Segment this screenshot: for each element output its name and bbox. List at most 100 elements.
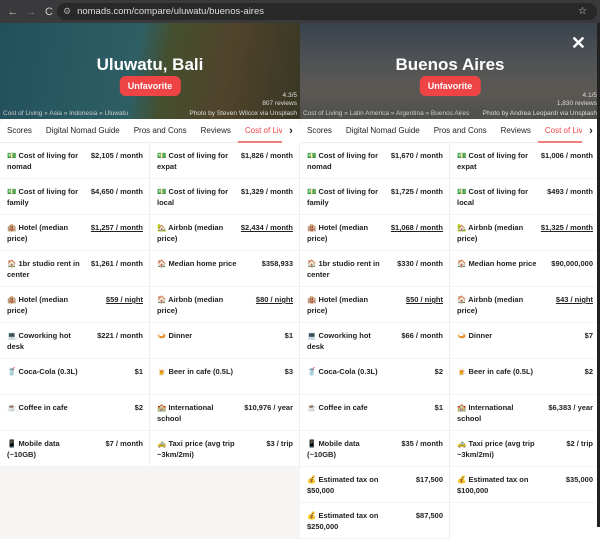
cost-label-text: 1br studio rent in center bbox=[7, 259, 80, 279]
cost-value[interactable]: $1,257 / month bbox=[91, 222, 143, 250]
cost-label-text: Estimated tax on $250,000 bbox=[307, 511, 379, 531]
breadcrumb[interactable]: Cost of Living » Asia » Indonesia » Uluw… bbox=[3, 110, 128, 117]
cost-row: ☕ Coffee in cafe $1 bbox=[300, 395, 450, 431]
cost-icon: 💵 bbox=[457, 187, 467, 196]
cost-icon: 🏠 bbox=[457, 295, 467, 304]
review-count[interactable]: 1,830 reviews bbox=[557, 100, 597, 108]
cost-row: 💵 Cost of living for local $493 / month bbox=[450, 179, 600, 215]
cost-icon: 📱 bbox=[7, 439, 17, 448]
cost-icon: 🏠 bbox=[457, 259, 467, 268]
cost-label: 💵 Cost of living for local bbox=[457, 186, 537, 214]
cost-value[interactable]: $80 / night bbox=[256, 294, 293, 322]
cost-label-text: International school bbox=[457, 403, 514, 423]
tab-digital-nomad-guide[interactable]: Digital Nomad Guide bbox=[339, 119, 427, 143]
cost-value: $1,670 / month bbox=[390, 151, 443, 160]
cost-value[interactable]: $50 / night bbox=[406, 294, 443, 322]
reload-icon[interactable]: C bbox=[40, 6, 58, 18]
cost-value: $1,826 / month bbox=[240, 151, 293, 160]
cost-label: 💰 Estimated tax on $250,000 bbox=[307, 510, 387, 538]
tab-reviews[interactable]: Reviews bbox=[494, 119, 538, 143]
cost-row: ☕ Coffee in cafe $2 bbox=[0, 395, 150, 431]
cost-value[interactable]: $1,068 / month bbox=[391, 222, 443, 250]
cost-label-text: Hotel (median price) bbox=[307, 223, 369, 243]
city-panel-buenos-aires: Buenos Aires Unfavorite 4.1/5 1,830 revie… bbox=[300, 23, 600, 539]
photo-credit[interactable]: Photo by Andrea Leopardi via Unsplash bbox=[483, 110, 597, 117]
cost-icon: 💵 bbox=[7, 151, 17, 160]
cost-row: 💵 Cost of living for family $4,650 / mont… bbox=[0, 179, 150, 215]
cost-label: 🏨 Hotel (median price) bbox=[7, 222, 87, 250]
cost-label-text: Coca-Cola (0.3L) bbox=[318, 367, 378, 376]
cost-label-text: Airbnb (median price) bbox=[157, 223, 224, 243]
cost-value[interactable]: $2,434 / month bbox=[241, 222, 293, 250]
cost-row: 💰 Estimated tax on $250,000 $87,500 bbox=[300, 503, 450, 539]
photo-credit[interactable]: Photo by Steven Wilcox via Unsplash bbox=[189, 110, 297, 117]
cost-row: 🏨 Hotel (median price) $1,068 / month bbox=[300, 215, 450, 251]
tab-digital-nomad-guide[interactable]: Digital Nomad Guide bbox=[39, 119, 127, 143]
tab-scores[interactable]: Scores bbox=[0, 119, 39, 143]
forward-icon[interactable]: → bbox=[22, 6, 40, 18]
cost-icon: 📱 bbox=[307, 439, 317, 448]
cost-row: 🚕 Taxi price (avg trip ~3km/2mi) $2 / tri… bbox=[450, 431, 600, 467]
cost-value: $7 bbox=[584, 331, 593, 340]
cost-label: 💵 Cost of living for nomad bbox=[307, 150, 387, 178]
address-bar[interactable]: ⚙ nomads.com/compare/uluwatu/buenos-aire… bbox=[57, 3, 597, 20]
cost-label: 🏨 Hotel (median price) bbox=[307, 294, 387, 322]
cost-row: 🏠 1br studio rent in center $330 / month bbox=[300, 251, 450, 287]
city-name: Buenos Aires bbox=[395, 55, 505, 74]
chevron-right-icon[interactable]: › bbox=[282, 119, 300, 143]
cost-value: $1,261 / month bbox=[90, 259, 143, 268]
cost-value[interactable]: $43 / night bbox=[556, 294, 593, 322]
cost-label: 💻 Coworking hot desk bbox=[7, 330, 87, 358]
cost-row: 📱 Mobile data (~10GB) $7 / month bbox=[0, 431, 150, 467]
cost-value: $4,650 / month bbox=[90, 187, 143, 196]
cost-label-text: Cost of living for family bbox=[7, 187, 79, 207]
tab-scores[interactable]: Scores bbox=[300, 119, 339, 143]
cost-icon: 🏨 bbox=[307, 223, 317, 232]
tab-reviews[interactable]: Reviews bbox=[194, 119, 238, 143]
cost-value[interactable]: $59 / night bbox=[106, 294, 143, 322]
cost-value: $1 bbox=[434, 403, 443, 412]
cost-row: 🏠 1br studio rent in center $1,261 / mont… bbox=[0, 251, 150, 287]
cost-value: $17,500 bbox=[415, 475, 443, 484]
cost-icon: 🏫 bbox=[457, 403, 467, 412]
unfavorite-button[interactable]: Unfavorite bbox=[119, 76, 181, 96]
bookmark-star-icon[interactable]: ☆ bbox=[578, 6, 587, 17]
tab-pros-and-cons[interactable]: Pros and Cons bbox=[427, 119, 494, 143]
cost-value: $1 bbox=[134, 367, 143, 376]
cost-row: 💻 Coworking hot desk $221 / month bbox=[0, 323, 150, 359]
cost-value: $6,383 / year bbox=[548, 403, 593, 412]
cost-icon: 🥤 bbox=[307, 367, 317, 376]
close-icon[interactable]: ✕ bbox=[571, 33, 586, 54]
cost-row: 🏡 Airbnb (median price) $1,325 / month bbox=[450, 215, 600, 251]
tab-pros-and-cons[interactable]: Pros and Cons bbox=[127, 119, 194, 143]
back-icon[interactable]: ← bbox=[4, 6, 22, 18]
cost-label-text: Coffee in cafe bbox=[18, 403, 68, 412]
review-count[interactable]: 807 reviews bbox=[262, 100, 297, 108]
cost-icon: 🏨 bbox=[7, 295, 17, 304]
cost-label: 💵 Cost of living for local bbox=[157, 186, 237, 214]
cost-label: 🍛 Dinner bbox=[457, 330, 537, 358]
cost-label: 🏠 Median home price bbox=[157, 258, 237, 286]
cost-label-text: Taxi price (avg trip ~3km/2mi) bbox=[457, 439, 535, 459]
cost-value: $221 / month bbox=[97, 331, 143, 340]
site-settings-icon[interactable]: ⚙ bbox=[63, 6, 71, 17]
cost-label: 🏠 1br studio rent in center bbox=[307, 258, 387, 286]
cost-label-text: Cost of living for nomad bbox=[307, 151, 379, 171]
cost-icon: 💻 bbox=[307, 331, 317, 340]
unfavorite-button[interactable]: Unfavorite bbox=[419, 76, 481, 96]
cost-label-text: Beer in cafe (0.5L) bbox=[468, 367, 534, 376]
cost-row: 💵 Cost of living for nomad $1,670 / month bbox=[300, 143, 450, 179]
breadcrumb[interactable]: Cost of Living » Latin America » Argenti… bbox=[303, 110, 469, 117]
cost-icon: 🏡 bbox=[157, 223, 167, 232]
cost-icon: 💻 bbox=[7, 331, 17, 340]
city-rating: 4.3/5 807 reviews bbox=[262, 92, 297, 108]
cost-label-text: Cost of living for nomad bbox=[7, 151, 79, 171]
cost-row: 🍛 Dinner $1 bbox=[150, 323, 300, 359]
cost-value: $10,976 / year bbox=[244, 403, 293, 412]
cost-value[interactable]: $1,325 / month bbox=[541, 222, 593, 250]
cost-icon: 🍛 bbox=[157, 331, 167, 340]
cost-label-text: Airbnb (median price) bbox=[457, 295, 524, 315]
cost-icon: 💰 bbox=[457, 475, 467, 484]
city-hero: Uluwatu, Bali Unfavorite 4.3/5 807 review… bbox=[0, 23, 300, 119]
cost-value: $3 / trip bbox=[266, 439, 293, 448]
